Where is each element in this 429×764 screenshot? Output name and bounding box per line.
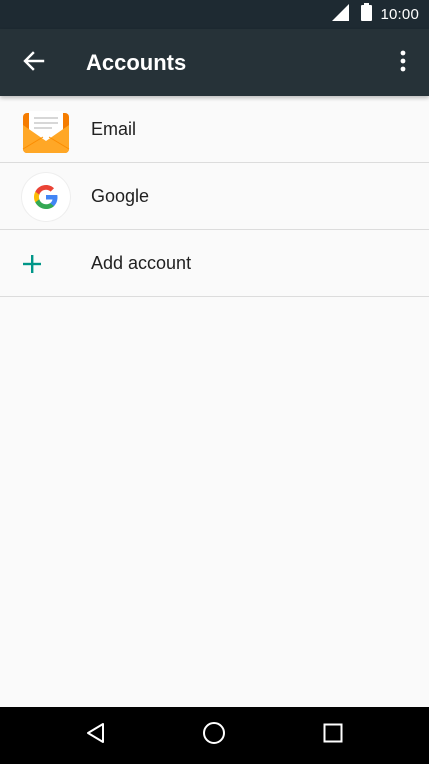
signal-icon bbox=[332, 3, 350, 26]
account-item-email[interactable]: Email bbox=[0, 96, 429, 163]
status-clock: 10:00 bbox=[380, 6, 419, 23]
add-account-label: Add account bbox=[91, 253, 192, 273]
accounts-list: Email Google Add account bbox=[0, 96, 429, 297]
page-title: Accounts bbox=[86, 50, 187, 75]
nav-recents-button[interactable] bbox=[303, 707, 363, 764]
arrow-back-icon bbox=[23, 50, 45, 77]
battery-icon bbox=[361, 3, 373, 26]
nav-home-icon bbox=[202, 721, 226, 750]
email-app-icon bbox=[20, 104, 72, 156]
account-item-google[interactable]: Google bbox=[0, 163, 429, 230]
more-options-button[interactable] bbox=[383, 41, 423, 85]
accounts-screen: 10:00 Accounts Email Google Add account bbox=[0, 0, 429, 764]
more-vert-icon bbox=[400, 50, 406, 77]
account-label-email: Email bbox=[91, 119, 137, 139]
add-account-button[interactable]: Add account bbox=[0, 230, 429, 297]
app-toolbar: Accounts bbox=[0, 29, 429, 96]
nav-back-icon bbox=[85, 722, 107, 749]
status-bar: 10:00 bbox=[0, 0, 429, 29]
plus-icon bbox=[6, 238, 58, 290]
nav-home-button[interactable] bbox=[184, 707, 244, 764]
google-icon bbox=[20, 171, 72, 223]
nav-recents-icon bbox=[323, 723, 343, 748]
account-label-google: Google bbox=[91, 186, 150, 206]
back-button[interactable] bbox=[12, 41, 56, 85]
navigation-bar bbox=[0, 707, 429, 764]
nav-back-button[interactable] bbox=[66, 707, 126, 764]
